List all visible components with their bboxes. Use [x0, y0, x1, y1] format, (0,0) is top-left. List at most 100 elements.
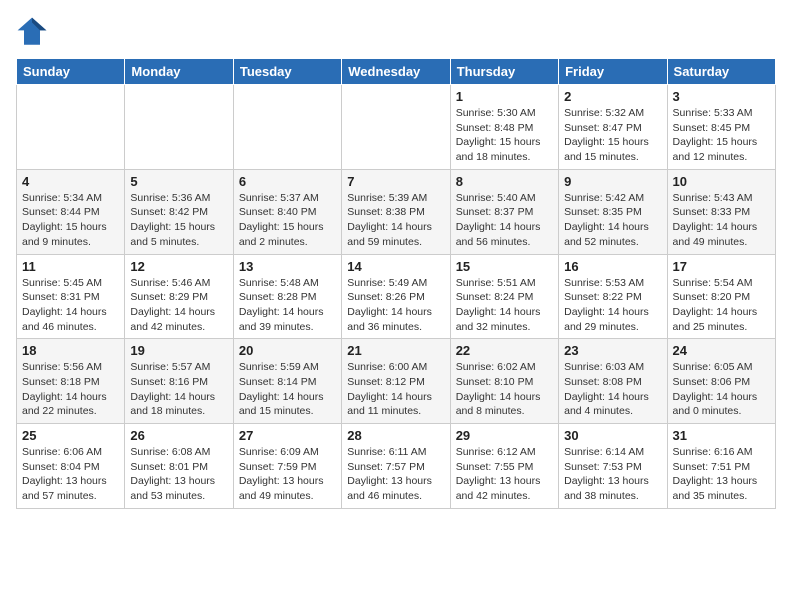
day-info: Sunrise: 5:49 AMSunset: 8:26 PMDaylight:…	[347, 276, 444, 335]
page: SundayMondayTuesdayWednesdayThursdayFrid…	[0, 0, 792, 519]
day-number: 28	[347, 428, 444, 443]
day-cell: 17 Sunrise: 5:54 AMSunset: 8:20 PMDayligh…	[667, 254, 775, 339]
day-info: Sunrise: 5:30 AMSunset: 8:48 PMDaylight:…	[456, 106, 553, 165]
weekday-header-thursday: Thursday	[450, 59, 558, 85]
day-number: 22	[456, 343, 553, 358]
day-cell: 27Sunrise: 6:09 AMSunset: 7:59 PMDayligh…	[233, 424, 341, 509]
day-cell: 5 Sunrise: 5:36 AMSunset: 8:42 PMDaylight…	[125, 169, 233, 254]
day-number: 11	[22, 259, 119, 274]
weekday-header-row: SundayMondayTuesdayWednesdayThursdayFrid…	[17, 59, 776, 85]
day-cell: 7 Sunrise: 5:39 AMSunset: 8:38 PMDaylight…	[342, 169, 450, 254]
day-number: 10	[673, 174, 770, 189]
day-info: Sunrise: 5:57 AMSunset: 8:16 PMDaylight:…	[130, 360, 227, 419]
day-number: 31	[673, 428, 770, 443]
day-cell: 22 Sunrise: 6:02 AMSunset: 8:10 PMDayligh…	[450, 339, 558, 424]
day-number: 26	[130, 428, 227, 443]
logo	[16, 16, 52, 48]
calendar-table: SundayMondayTuesdayWednesdayThursdayFrid…	[16, 58, 776, 509]
week-row-1: 4 Sunrise: 5:34 AMSunset: 8:44 PMDaylight…	[17, 169, 776, 254]
day-number: 30	[564, 428, 661, 443]
day-number: 14	[347, 259, 444, 274]
day-cell: 9 Sunrise: 5:42 AMSunset: 8:35 PMDaylight…	[559, 169, 667, 254]
day-number: 27	[239, 428, 336, 443]
day-info: Sunrise: 5:42 AMSunset: 8:35 PMDaylight:…	[564, 191, 661, 250]
day-info: Sunrise: 5:39 AMSunset: 8:38 PMDaylight:…	[347, 191, 444, 250]
day-number: 18	[22, 343, 119, 358]
day-cell: 10 Sunrise: 5:43 AMSunset: 8:33 PMDayligh…	[667, 169, 775, 254]
day-cell: 26Sunrise: 6:08 AMSunset: 8:01 PMDayligh…	[125, 424, 233, 509]
day-info: Sunrise: 6:16 AMSunset: 7:51 PMDaylight:…	[673, 445, 770, 504]
day-info: Sunrise: 5:46 AMSunset: 8:29 PMDaylight:…	[130, 276, 227, 335]
day-cell: 11Sunrise: 5:45 AMSunset: 8:31 PMDayligh…	[17, 254, 125, 339]
day-number: 1	[456, 89, 553, 104]
day-info: Sunrise: 5:54 AMSunset: 8:20 PMDaylight:…	[673, 276, 770, 335]
day-info: Sunrise: 5:56 AMSunset: 8:18 PMDaylight:…	[22, 360, 119, 419]
day-info: Sunrise: 6:12 AMSunset: 7:55 PMDaylight:…	[456, 445, 553, 504]
day-info: Sunrise: 6:06 AMSunset: 8:04 PMDaylight:…	[22, 445, 119, 504]
day-number: 9	[564, 174, 661, 189]
day-info: Sunrise: 5:51 AMSunset: 8:24 PMDaylight:…	[456, 276, 553, 335]
day-cell: 13 Sunrise: 5:48 AMSunset: 8:28 PMDayligh…	[233, 254, 341, 339]
week-row-0: 1 Sunrise: 5:30 AMSunset: 8:48 PMDaylight…	[17, 85, 776, 170]
day-cell: 24Sunrise: 6:05 AMSunset: 8:06 PMDayligh…	[667, 339, 775, 424]
week-row-2: 11Sunrise: 5:45 AMSunset: 8:31 PMDayligh…	[17, 254, 776, 339]
day-number: 5	[130, 174, 227, 189]
day-info: Sunrise: 5:37 AMSunset: 8:40 PMDaylight:…	[239, 191, 336, 250]
day-info: Sunrise: 5:59 AMSunset: 8:14 PMDaylight:…	[239, 360, 336, 419]
day-cell: 3 Sunrise: 5:33 AMSunset: 8:45 PMDaylight…	[667, 85, 775, 170]
day-cell	[125, 85, 233, 170]
day-number: 29	[456, 428, 553, 443]
logo-icon	[16, 16, 48, 48]
day-number: 19	[130, 343, 227, 358]
day-number: 6	[239, 174, 336, 189]
day-cell: 31 Sunrise: 6:16 AMSunset: 7:51 PMDayligh…	[667, 424, 775, 509]
weekday-header-tuesday: Tuesday	[233, 59, 341, 85]
day-number: 7	[347, 174, 444, 189]
day-cell: 23Sunrise: 6:03 AMSunset: 8:08 PMDayligh…	[559, 339, 667, 424]
day-info: Sunrise: 6:02 AMSunset: 8:10 PMDaylight:…	[456, 360, 553, 419]
day-cell: 15Sunrise: 5:51 AMSunset: 8:24 PMDayligh…	[450, 254, 558, 339]
day-cell: 1 Sunrise: 5:30 AMSunset: 8:48 PMDaylight…	[450, 85, 558, 170]
day-cell: 6 Sunrise: 5:37 AMSunset: 8:40 PMDaylight…	[233, 169, 341, 254]
day-cell: 8 Sunrise: 5:40 AMSunset: 8:37 PMDaylight…	[450, 169, 558, 254]
day-info: Sunrise: 5:43 AMSunset: 8:33 PMDaylight:…	[673, 191, 770, 250]
day-number: 20	[239, 343, 336, 358]
day-number: 24	[673, 343, 770, 358]
day-info: Sunrise: 5:48 AMSunset: 8:28 PMDaylight:…	[239, 276, 336, 335]
day-cell: 25 Sunrise: 6:06 AMSunset: 8:04 PMDayligh…	[17, 424, 125, 509]
day-info: Sunrise: 6:11 AMSunset: 7:57 PMDaylight:…	[347, 445, 444, 504]
day-cell: 12 Sunrise: 5:46 AMSunset: 8:29 PMDayligh…	[125, 254, 233, 339]
day-cell: 30 Sunrise: 6:14 AMSunset: 7:53 PMDayligh…	[559, 424, 667, 509]
day-cell	[342, 85, 450, 170]
day-info: Sunrise: 6:03 AMSunset: 8:08 PMDaylight:…	[564, 360, 661, 419]
day-number: 3	[673, 89, 770, 104]
day-cell: 28 Sunrise: 6:11 AMSunset: 7:57 PMDayligh…	[342, 424, 450, 509]
day-info: Sunrise: 5:33 AMSunset: 8:45 PMDaylight:…	[673, 106, 770, 165]
day-number: 13	[239, 259, 336, 274]
day-cell: 18 Sunrise: 5:56 AMSunset: 8:18 PMDayligh…	[17, 339, 125, 424]
day-cell	[17, 85, 125, 170]
day-cell: 20 Sunrise: 5:59 AMSunset: 8:14 PMDayligh…	[233, 339, 341, 424]
day-info: Sunrise: 6:14 AMSunset: 7:53 PMDaylight:…	[564, 445, 661, 504]
day-info: Sunrise: 5:40 AMSunset: 8:37 PMDaylight:…	[456, 191, 553, 250]
day-number: 16	[564, 259, 661, 274]
day-info: Sunrise: 5:34 AMSunset: 8:44 PMDaylight:…	[22, 191, 119, 250]
week-row-4: 25 Sunrise: 6:06 AMSunset: 8:04 PMDayligh…	[17, 424, 776, 509]
day-number: 4	[22, 174, 119, 189]
day-info: Sunrise: 6:00 AMSunset: 8:12 PMDaylight:…	[347, 360, 444, 419]
day-cell: 2Sunrise: 5:32 AMSunset: 8:47 PMDaylight…	[559, 85, 667, 170]
week-row-3: 18 Sunrise: 5:56 AMSunset: 8:18 PMDayligh…	[17, 339, 776, 424]
day-cell: 21Sunrise: 6:00 AMSunset: 8:12 PMDayligh…	[342, 339, 450, 424]
day-number: 17	[673, 259, 770, 274]
day-info: Sunrise: 5:36 AMSunset: 8:42 PMDaylight:…	[130, 191, 227, 250]
day-number: 8	[456, 174, 553, 189]
day-cell: 29 Sunrise: 6:12 AMSunset: 7:55 PMDayligh…	[450, 424, 558, 509]
weekday-header-sunday: Sunday	[17, 59, 125, 85]
weekday-header-friday: Friday	[559, 59, 667, 85]
day-number: 2	[564, 89, 661, 104]
day-number: 12	[130, 259, 227, 274]
day-number: 25	[22, 428, 119, 443]
day-cell: 14 Sunrise: 5:49 AMSunset: 8:26 PMDayligh…	[342, 254, 450, 339]
day-cell: 19 Sunrise: 5:57 AMSunset: 8:16 PMDayligh…	[125, 339, 233, 424]
weekday-header-monday: Monday	[125, 59, 233, 85]
